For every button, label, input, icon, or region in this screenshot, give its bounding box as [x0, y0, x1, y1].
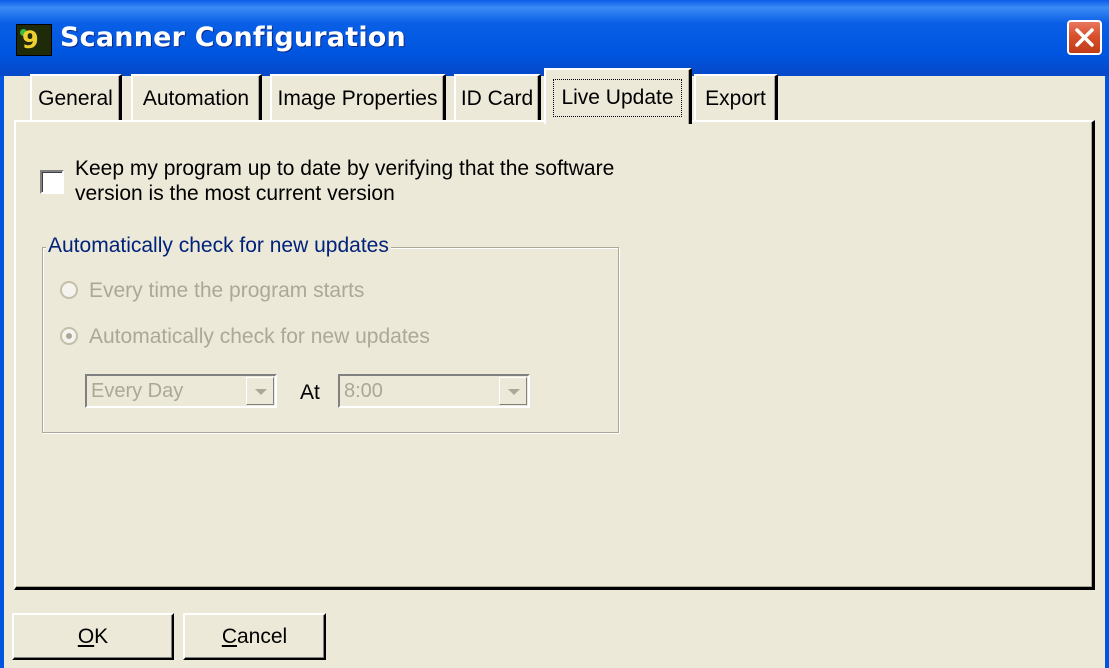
tab-label: Automation: [142, 87, 250, 110]
ok-label-rest: K: [94, 625, 109, 648]
at-label: At: [300, 381, 320, 404]
frequency-value: Every Day: [91, 380, 184, 402]
window-frame-left: [0, 76, 4, 668]
tab-general[interactable]: General: [30, 74, 122, 120]
app-logo-icon: 9: [16, 24, 52, 56]
tab-label: Image Properties: [277, 87, 438, 110]
tab-label: ID Card: [460, 87, 534, 110]
cancel-button[interactable]: Cancel: [183, 613, 326, 660]
tab-live-update[interactable]: Live Update: [544, 68, 692, 124]
time-value: 8:00: [344, 380, 383, 402]
radio-automatic-check[interactable]: [60, 327, 78, 345]
tab-export[interactable]: Export: [694, 74, 778, 120]
tab-id-card[interactable]: ID Card: [454, 74, 541, 120]
radio-automatic-check-label[interactable]: Automatically check for new updates: [89, 325, 430, 349]
tab-automation[interactable]: Automation: [131, 74, 262, 120]
radio-selected-dot: [66, 333, 72, 339]
close-button[interactable]: [1067, 20, 1102, 55]
cancel-label-rest: ancel: [236, 625, 288, 648]
keep-up-to-date-label-line2: version is the most current version: [75, 182, 395, 205]
title-bar[interactable]: 9 Scanner Configuration: [0, 0, 1109, 76]
tab-image-properties[interactable]: Image Properties: [270, 74, 446, 120]
radio-every-program-start[interactable]: [60, 281, 78, 299]
chevron-down-icon: [508, 389, 520, 395]
tab-label: Live Update: [561, 86, 674, 109]
cancel-mnemonic: C: [221, 625, 237, 648]
window-title: Scanner Configuration: [60, 22, 406, 53]
ok-mnemonic: O: [77, 625, 95, 648]
keep-up-to-date-label-line1: Keep my program up to date by verifying …: [75, 157, 615, 180]
tab-label: General: [38, 87, 113, 110]
frequency-dropdown-button[interactable]: [246, 377, 274, 405]
keep-up-to-date-checkbox[interactable]: [40, 170, 64, 194]
time-dropdown[interactable]: 8:00: [338, 374, 530, 408]
tab-label: Export: [705, 87, 766, 110]
chevron-down-icon: [255, 389, 267, 395]
group-title: Automatically check for new updates: [46, 234, 391, 258]
ok-button[interactable]: OK: [12, 613, 174, 660]
time-dropdown-button[interactable]: [499, 377, 527, 405]
close-icon: [1075, 28, 1094, 47]
frequency-dropdown[interactable]: Every Day: [85, 374, 277, 408]
keep-up-to-date-label[interactable]: Keep my program up to date by verifying …: [75, 156, 675, 206]
window-frame-right: [1105, 76, 1109, 668]
radio-every-program-start-label[interactable]: Every time the program starts: [89, 279, 364, 303]
